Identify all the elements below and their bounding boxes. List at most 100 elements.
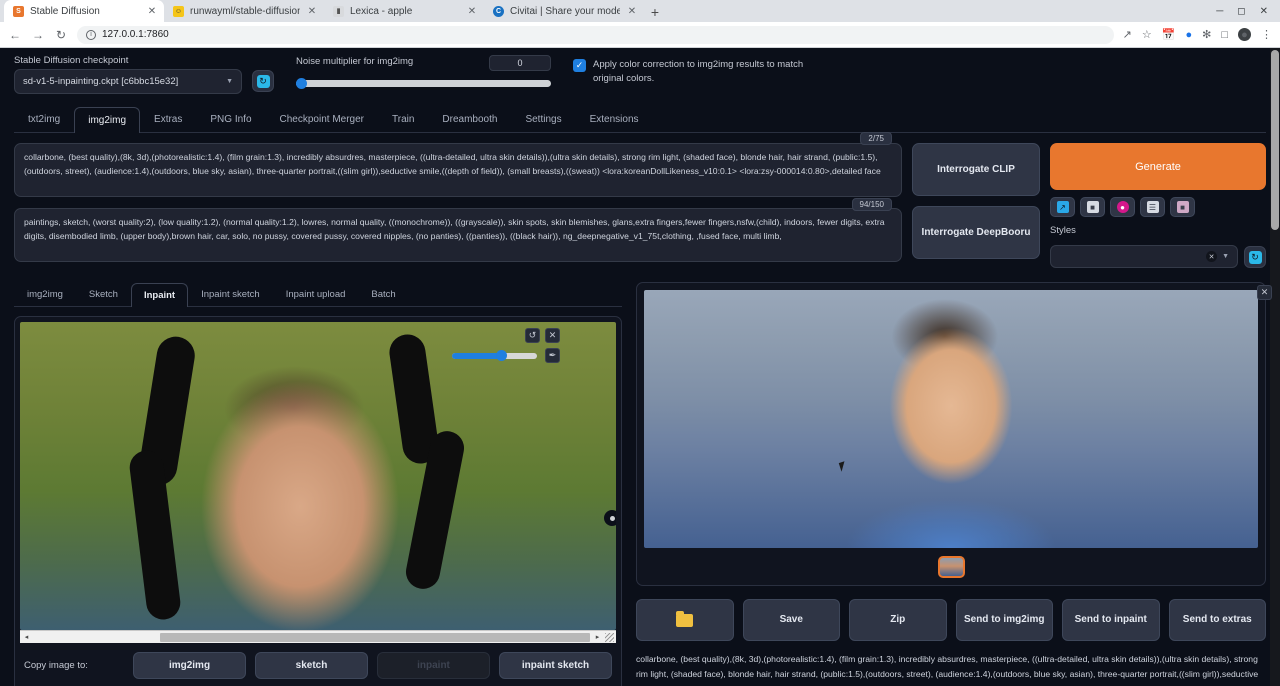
close-icon[interactable]: ✕ [306, 5, 318, 17]
interrogate-clip-button[interactable]: Interrogate CLIP [912, 143, 1040, 196]
chevron-down-icon[interactable]: ▼ [1222, 253, 1229, 260]
subtab-inpaint-sketch[interactable]: Inpaint sketch [188, 282, 273, 306]
browser-tab-0[interactable]: S Stable Diffusion ✕ [4, 0, 164, 22]
browser-toolbar-icons: ↗ ☆ 📅 ● ✻ □ ● ⋮ [1123, 28, 1272, 41]
tab-img2img[interactable]: img2img [74, 107, 140, 133]
browser-tab-3[interactable]: C Civitai | Share your models ✕ [484, 0, 644, 22]
close-x-icon[interactable]: ✕ [1257, 285, 1272, 300]
new-tab-button[interactable]: + [644, 2, 666, 22]
sidepanel-icon[interactable]: □ [1221, 29, 1228, 41]
copy-image-label: Copy image to: [24, 660, 124, 671]
noise-multiplier-slider[interactable] [296, 80, 551, 87]
subtab-sketch[interactable]: Sketch [76, 282, 131, 306]
forward-icon[interactable]: → [31, 28, 45, 42]
clear-canvas-icon[interactable]: ✕ [545, 328, 560, 343]
profile-avatar-icon[interactable]: ● [1238, 28, 1251, 41]
tab-checkpoint-merger[interactable]: Checkpoint Merger [266, 106, 378, 132]
result-gallery: ✕ [636, 282, 1266, 586]
restore-progress-icon: ↗ [1057, 201, 1069, 213]
undo-icon[interactable]: ↺ [525, 328, 540, 343]
page-scrollbar[interactable] [1270, 48, 1280, 686]
refresh-checkpoint-button[interactable]: ↻ [252, 70, 274, 92]
save-style-button[interactable]: ■ [1170, 197, 1195, 217]
open-folder-button[interactable] [636, 599, 734, 641]
checkpoint-selector-group: Stable Diffusion checkpoint sd-v1-5-inpa… [14, 55, 242, 94]
tab-png-info[interactable]: PNG Info [196, 106, 265, 132]
bookmark-star-icon[interactable]: ☆ [1142, 28, 1152, 41]
copy-to-sketch-button[interactable]: sketch [255, 652, 368, 679]
negative-prompt-input[interactable]: paintings, sketch, (worst quality:2), (l… [14, 208, 902, 262]
clear-x-icon[interactable]: ✕ [1206, 251, 1217, 262]
apply-style-button[interactable]: ☰ [1140, 197, 1165, 217]
styles-label: Styles [1050, 225, 1266, 236]
address-bar[interactable]: i 127.0.0.1:7860 [77, 26, 1114, 44]
extra-networks-button[interactable]: ● [1110, 197, 1135, 217]
window-close-icon[interactable]: ✕ [1260, 6, 1268, 17]
checkpoint-select[interactable]: sd-v1-5-inpainting.ckpt [c6bbc15e32] ▼ [14, 69, 242, 94]
blue-circle-icon[interactable]: ● [1185, 29, 1192, 41]
slider-knob[interactable] [296, 78, 307, 89]
maximize-icon[interactable]: ◻ [1237, 6, 1245, 17]
extensions-puzzle-icon[interactable]: ✻ [1202, 28, 1211, 41]
close-icon[interactable]: ✕ [146, 5, 158, 17]
result-image[interactable] [644, 290, 1258, 548]
page-scrollbar-thumb[interactable] [1271, 50, 1279, 230]
restore-progress-button[interactable]: ↗ [1050, 197, 1075, 217]
tab-settings[interactable]: Settings [511, 106, 575, 132]
save-button[interactable]: Save [743, 599, 841, 641]
subtab-inpaint-upload[interactable]: Inpaint upload [273, 282, 359, 306]
content-split: img2img Sketch Inpaint Inpaint sketch In… [14, 282, 1266, 686]
send-to-img2img-button[interactable]: Send to img2img [956, 599, 1054, 641]
reload-icon[interactable]: ↻ [54, 28, 68, 42]
clear-prompt-button[interactable]: ■ [1080, 197, 1105, 217]
canvas-resize-handle[interactable] [604, 510, 616, 526]
brush-size-knob[interactable] [496, 350, 507, 361]
lexica-icon: ▮ [333, 6, 344, 17]
inpaint-canvas[interactable]: ↺ ✕ ✒ [20, 322, 616, 630]
brush-size-slider[interactable] [452, 353, 537, 359]
save-style-icon: ■ [1177, 201, 1189, 213]
tab-txt2img[interactable]: txt2img [14, 106, 74, 132]
send-to-extras-button[interactable]: Send to extras [1169, 599, 1267, 641]
noise-multiplier-value[interactable]: 0 [489, 55, 551, 71]
gallery-thumbnail[interactable] [938, 556, 965, 578]
output-action-row: Save Zip Send to img2img Send to inpaint… [636, 599, 1266, 641]
canvas-horizontal-scrollbar[interactable]: ◂ ▸ [20, 630, 616, 643]
interrogate-deepbooru-button[interactable]: Interrogate DeepBooru [912, 206, 1040, 259]
scroll-right-arrow-icon[interactable]: ▸ [591, 633, 604, 641]
generate-button[interactable]: Generate [1050, 143, 1266, 190]
color-correction-group[interactable]: ✓ Apply color correction to img2img resu… [573, 58, 815, 86]
subtab-img2img[interactable]: img2img [14, 282, 76, 306]
close-icon[interactable]: ✕ [466, 5, 478, 17]
subtab-batch[interactable]: Batch [358, 282, 408, 306]
copy-to-img2img-button[interactable]: img2img [133, 652, 246, 679]
refresh-styles-button[interactable]: ↻ [1244, 246, 1266, 268]
browser-tab-1[interactable]: ☺ runwayml/stable-diffusion-inpai ✕ [164, 0, 324, 22]
tab-extensions[interactable]: Extensions [576, 106, 653, 132]
site-info-icon[interactable]: i [86, 30, 96, 40]
back-icon[interactable]: ← [8, 28, 22, 42]
resize-grip-icon[interactable] [605, 633, 614, 642]
minimize-icon[interactable]: ─ [1216, 6, 1223, 17]
subtab-inpaint[interactable]: Inpaint [131, 283, 188, 307]
color-correction-checkbox[interactable]: ✓ [573, 59, 586, 72]
browser-tab-2[interactable]: ▮ Lexica - apple ✕ [324, 0, 484, 22]
kebab-menu-icon[interactable]: ⋮ [1261, 28, 1272, 41]
scroll-left-arrow-icon[interactable]: ◂ [20, 633, 33, 641]
prompt-fields: 2/75 collarbone, (best quality),(8k, 3d)… [14, 143, 902, 268]
styles-select[interactable]: ✕ ▼ [1050, 245, 1238, 268]
tab-dreambooth[interactable]: Dreambooth [428, 106, 511, 132]
copy-to-inpaint-sketch-button[interactable]: inpaint sketch [499, 652, 612, 679]
tab-train[interactable]: Train [378, 106, 428, 132]
share-icon[interactable]: ↗ [1123, 28, 1132, 41]
positive-prompt-input[interactable]: collarbone, (best quality),(8k, 3d),(pho… [14, 143, 902, 197]
img2img-panel: img2img Sketch Inpaint Inpaint sketch In… [14, 282, 622, 686]
send-to-inpaint-button[interactable]: Send to inpaint [1062, 599, 1160, 641]
zip-button[interactable]: Zip [849, 599, 947, 641]
calendar-icon[interactable]: 📅 [1162, 28, 1176, 41]
close-icon[interactable]: ✕ [626, 5, 638, 17]
tab-extras[interactable]: Extras [140, 106, 196, 132]
brush-color-icon[interactable]: ✒ [545, 348, 560, 363]
canvas-scroll-thumb[interactable] [160, 633, 590, 642]
apply-style-icon: ☰ [1147, 201, 1159, 213]
